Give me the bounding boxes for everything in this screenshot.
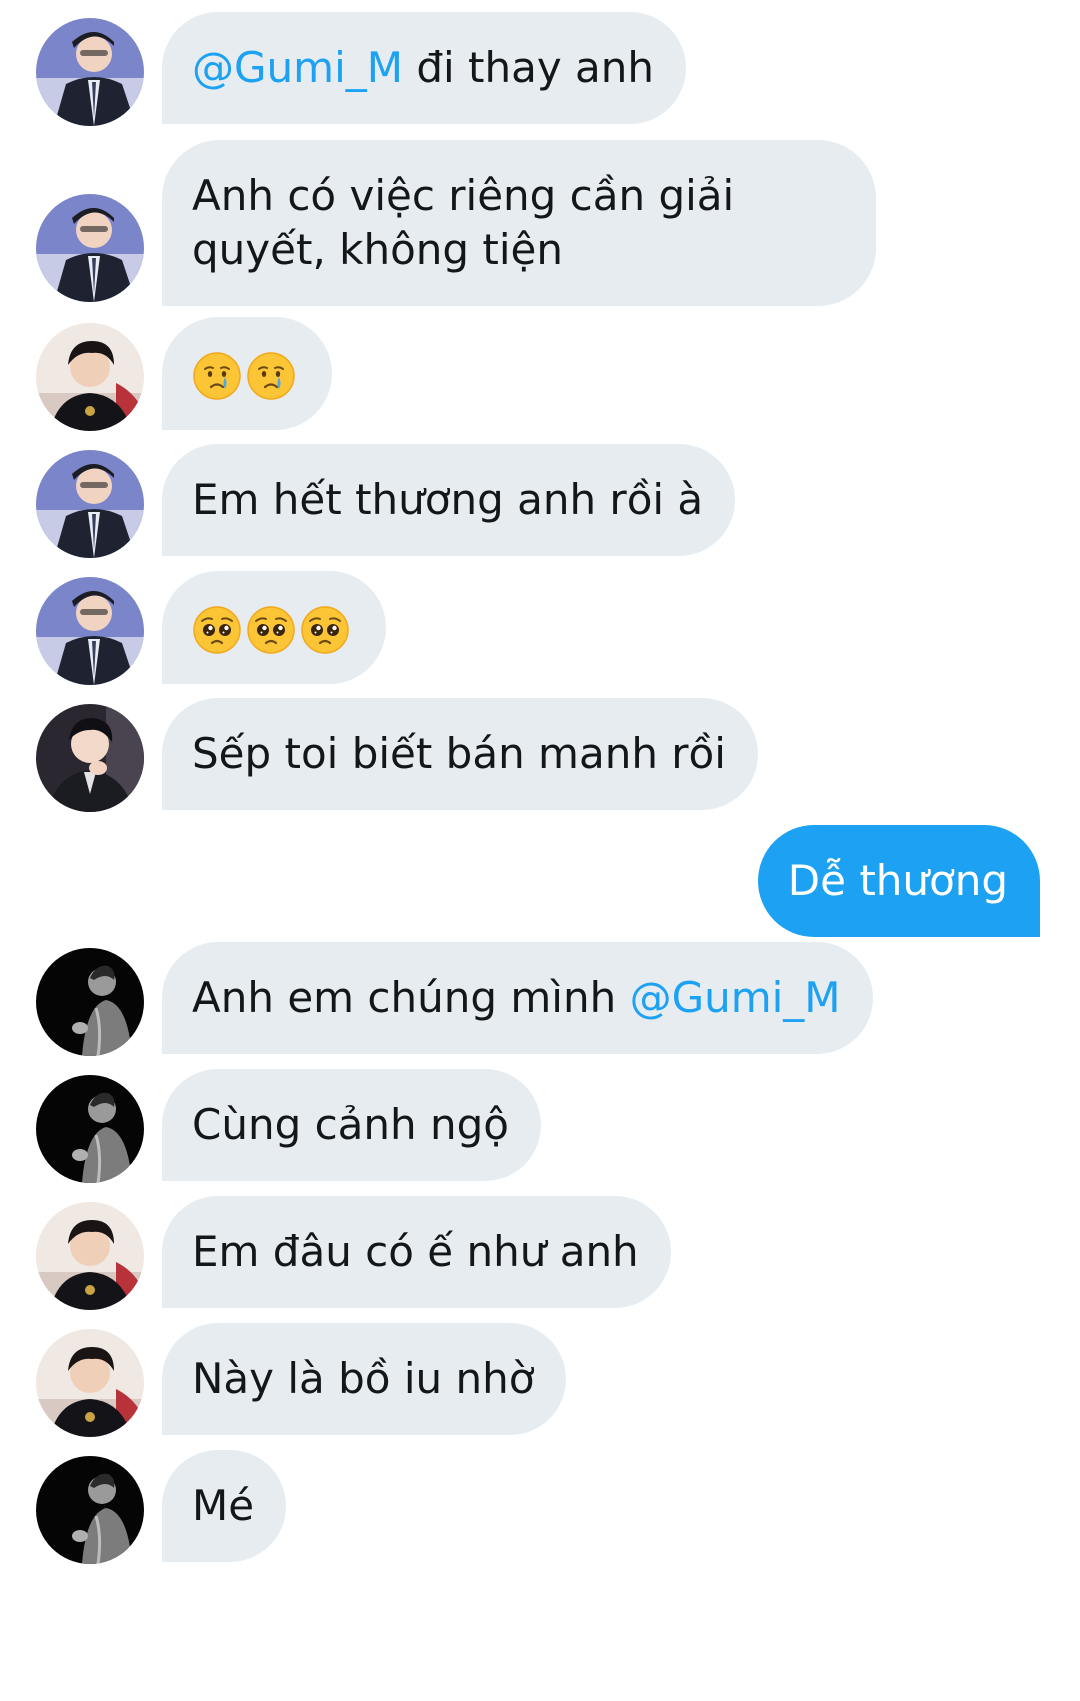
sender-avatar[interactable] — [36, 323, 144, 431]
message-text: Mé — [192, 1481, 255, 1530]
message-bubble[interactable] — [162, 317, 332, 430]
message-text: Dễ thương — [787, 856, 1008, 905]
sender-avatar[interactable] — [36, 704, 144, 812]
message-bubble[interactable] — [162, 571, 386, 684]
message-bubble[interactable]: Anh có việc riêng cần giải quyết, không … — [162, 140, 877, 306]
sent-message-bubble[interactable]: Dễ thương — [757, 825, 1040, 937]
message-text: Này là bồ iu nhờ — [192, 1354, 535, 1403]
message-text: Em hết thương anh rồi à — [192, 475, 704, 524]
message-bubble[interactable]: Này là bồ iu nhờ — [162, 1323, 567, 1435]
message-text: Anh em chúng mình — [192, 973, 630, 1022]
message-bubble[interactable]: Anh em chúng mình @Gumi_M — [162, 942, 873, 1054]
crying-face-icon — [246, 351, 296, 401]
message-bubble[interactable]: Sếp toi biết bán manh rồi — [162, 698, 758, 810]
message-text: đi thay anh — [402, 43, 655, 92]
message-bubble[interactable]: Em hết thương anh rồi à — [162, 444, 736, 556]
message-bubble[interactable]: Mé — [162, 1450, 287, 1562]
sender-avatar[interactable] — [36, 1329, 144, 1437]
sender-avatar[interactable] — [36, 194, 144, 302]
user-mention[interactable]: @Gumi_M — [630, 973, 841, 1022]
message-bubble[interactable]: Cùng cảnh ngộ — [162, 1069, 541, 1181]
sender-avatar[interactable] — [36, 577, 144, 685]
sender-avatar[interactable] — [36, 1202, 144, 1310]
message-text: Em đâu có ế như anh — [192, 1227, 639, 1276]
sender-avatar[interactable] — [36, 450, 144, 558]
pleading-face-icon — [246, 605, 296, 655]
sender-avatar[interactable] — [36, 1075, 144, 1183]
crying-face-icon — [192, 351, 242, 401]
message-text: Anh có việc riêng cần giải quyết, không … — [192, 171, 735, 274]
sender-avatar[interactable] — [36, 948, 144, 1056]
message-bubble[interactable]: Em đâu có ế như anh — [162, 1196, 671, 1308]
message-text: Cùng cảnh ngộ — [192, 1100, 509, 1149]
message-bubble[interactable]: @Gumi_M đi thay anh — [162, 12, 687, 124]
pleading-face-icon — [300, 605, 350, 655]
sender-avatar[interactable] — [36, 1456, 144, 1564]
message-text: Sếp toi biết bán manh rồi — [192, 729, 726, 778]
user-mention[interactable]: @Gumi_M — [192, 43, 403, 92]
pleading-face-icon — [192, 605, 242, 655]
sender-avatar[interactable] — [36, 18, 144, 126]
